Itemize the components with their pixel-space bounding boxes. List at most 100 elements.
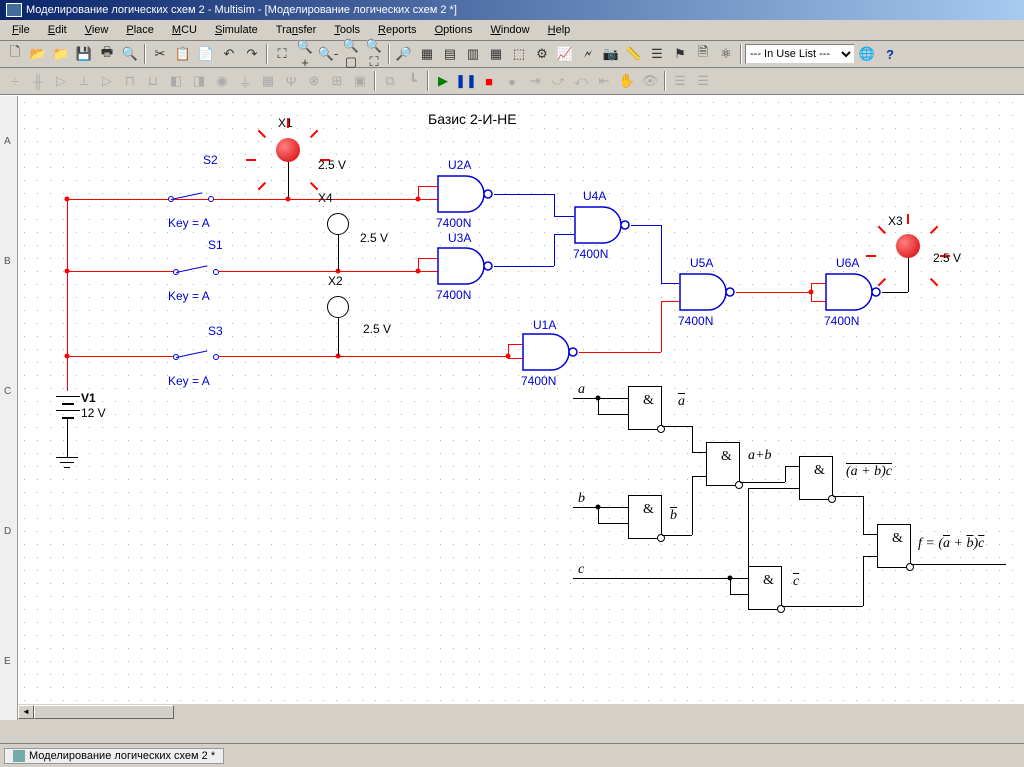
spreadsheet-button[interactable]: ▦	[416, 43, 438, 65]
zoomfit-button[interactable]: 🔍⛶	[363, 43, 385, 65]
undo-button[interactable]: ↶	[218, 43, 240, 65]
menu-help[interactable]: Help	[540, 22, 579, 38]
help-button[interactable]: ?	[879, 43, 901, 65]
bom-button[interactable]: ⚛	[715, 43, 737, 65]
zoomarea-button[interactable]: 🔍▢	[340, 43, 362, 65]
ruler-vertical: A B C D E	[0, 96, 18, 720]
indicator-button[interactable]: ◉	[211, 70, 233, 92]
schematic-canvas[interactable]: Базис 2-И-НЕ V1 12 V S2 Key = A	[18, 96, 1024, 704]
chip-aplusb[interactable]: &	[706, 442, 740, 486]
power-button[interactable]: ⏚	[234, 70, 256, 92]
chip-not-a[interactable]: &	[628, 386, 662, 430]
scrollbar-horizontal[interactable]: ◄	[18, 704, 1024, 720]
misc-button[interactable]: ◧	[165, 70, 187, 92]
menu-reports[interactable]: Reports	[370, 22, 425, 38]
step-end-button[interactable]: ⇤	[593, 70, 615, 92]
scroll-left-arrow[interactable]: ◄	[18, 705, 34, 719]
menu-window[interactable]: Window	[482, 22, 537, 38]
run-button[interactable]: ▶	[432, 70, 454, 92]
paste-button[interactable]: 📄	[195, 43, 217, 65]
stop-button[interactable]: ■	[478, 70, 500, 92]
fullscreen-button[interactable]: ⛶	[271, 43, 293, 65]
analog-button[interactable]: ▷	[96, 70, 118, 92]
gate-u4a[interactable]	[573, 205, 633, 245]
analyze-button[interactable]: 📈	[554, 43, 576, 65]
chip-output[interactable]: &	[877, 524, 911, 568]
gate-u5a[interactable]	[678, 272, 738, 312]
chip-not-c[interactable]: &	[748, 566, 782, 610]
document-tab[interactable]: Моделирование логических схем 2 *	[4, 748, 224, 764]
transistor-button[interactable]: ⊥	[73, 70, 95, 92]
step-out-button[interactable]: ⤺	[570, 70, 592, 92]
grapher-button[interactable]: ▤	[439, 43, 461, 65]
watch-button[interactable]: 👁	[639, 70, 661, 92]
record-button[interactable]: ●	[501, 70, 523, 92]
menu-place[interactable]: Place	[118, 22, 162, 38]
hier-button[interactable]: ⧉	[379, 70, 401, 92]
save-button[interactable]: 💾	[73, 43, 95, 65]
open-button[interactable]: 📂	[27, 43, 49, 65]
chip-not-b[interactable]: &	[628, 495, 662, 539]
bus-button[interactable]: ┗	[402, 70, 424, 92]
inuse-dropdown[interactable]: --- In Use List ---	[745, 44, 855, 64]
preview-button[interactable]: 🔍	[119, 43, 141, 65]
print-button[interactable]: 🖶	[96, 43, 118, 65]
menu-edit[interactable]: Edit	[40, 22, 75, 38]
menu-simulate[interactable]: Simulate	[207, 22, 266, 38]
gate-u2a[interactable]	[436, 174, 496, 214]
drc-button[interactable]: ⚑	[669, 43, 691, 65]
gate-u6a[interactable]	[824, 272, 884, 312]
list2-button[interactable]: ☰	[692, 70, 714, 92]
gate-u1a[interactable]	[521, 332, 581, 372]
menu-mcu[interactable]: MCU	[164, 22, 205, 38]
layers-button[interactable]: ☰	[646, 43, 668, 65]
tool-db-button[interactable]: 🔎	[393, 43, 415, 65]
gate-u3a[interactable]	[436, 246, 496, 286]
scroll-thumb[interactable]	[34, 705, 174, 719]
menu-options[interactable]: Options	[427, 22, 481, 38]
mcu-button[interactable]: ▣	[349, 70, 371, 92]
capture-button[interactable]: 📷	[600, 43, 622, 65]
ttl-button[interactable]: ⊓	[119, 70, 141, 92]
list1-button[interactable]: ☰	[669, 70, 691, 92]
ercheck-button[interactable]: ⚙	[531, 43, 553, 65]
sig-aplusb: a+b	[748, 448, 771, 464]
pause-button[interactable]: ❚❚	[455, 70, 477, 92]
edu-button[interactable]: 🌐	[856, 43, 878, 65]
menu-file[interactable]: File	[4, 22, 38, 38]
redo-button[interactable]: ↷	[241, 43, 263, 65]
probe-x4[interactable]	[327, 213, 349, 235]
led-x1[interactable]	[276, 138, 300, 162]
menu-tools[interactable]: Tools	[326, 22, 368, 38]
postproc-button[interactable]: ▥	[462, 43, 484, 65]
electro-button[interactable]: ⊗	[303, 70, 325, 92]
zoomout-button[interactable]: 🔍-	[317, 43, 339, 65]
menu-view[interactable]: View	[77, 22, 117, 38]
menu-transfer[interactable]: Transfer	[268, 22, 325, 38]
cut-button[interactable]: ✂	[149, 43, 171, 65]
new-button[interactable]: 🗋	[4, 43, 26, 65]
wizard-button[interactable]: 🗲	[577, 43, 599, 65]
ruler-button[interactable]: 📏	[623, 43, 645, 65]
probe-x2[interactable]	[327, 296, 349, 318]
led-x3[interactable]	[896, 234, 920, 258]
copy-button[interactable]: 📋	[172, 43, 194, 65]
chip-abc[interactable]: &	[799, 456, 833, 500]
parent-button[interactable]: ⬚	[508, 43, 530, 65]
breakpoint-button[interactable]: ✋	[616, 70, 638, 92]
open-sample-button[interactable]: 📁	[50, 43, 72, 65]
netlist-button[interactable]: 🗎	[692, 43, 714, 65]
source-button[interactable]: ÷	[4, 70, 26, 92]
mixed-button[interactable]: ◨	[188, 70, 210, 92]
u2-part: 7400N	[436, 216, 471, 230]
breadboard-button[interactable]: ▦	[485, 43, 507, 65]
step-over-button[interactable]: ⤻	[547, 70, 569, 92]
basic-button[interactable]: ╫	[27, 70, 49, 92]
cmos-button[interactable]: ⊔	[142, 70, 164, 92]
zoomin-button[interactable]: 🔍+	[294, 43, 316, 65]
misc2-button[interactable]: ▦	[257, 70, 279, 92]
rf-button[interactable]: Ψ	[280, 70, 302, 92]
ladder-button[interactable]: ⊞	[326, 70, 348, 92]
diode-button[interactable]: ▷	[50, 70, 72, 92]
step-into-button[interactable]: ⇥	[524, 70, 546, 92]
